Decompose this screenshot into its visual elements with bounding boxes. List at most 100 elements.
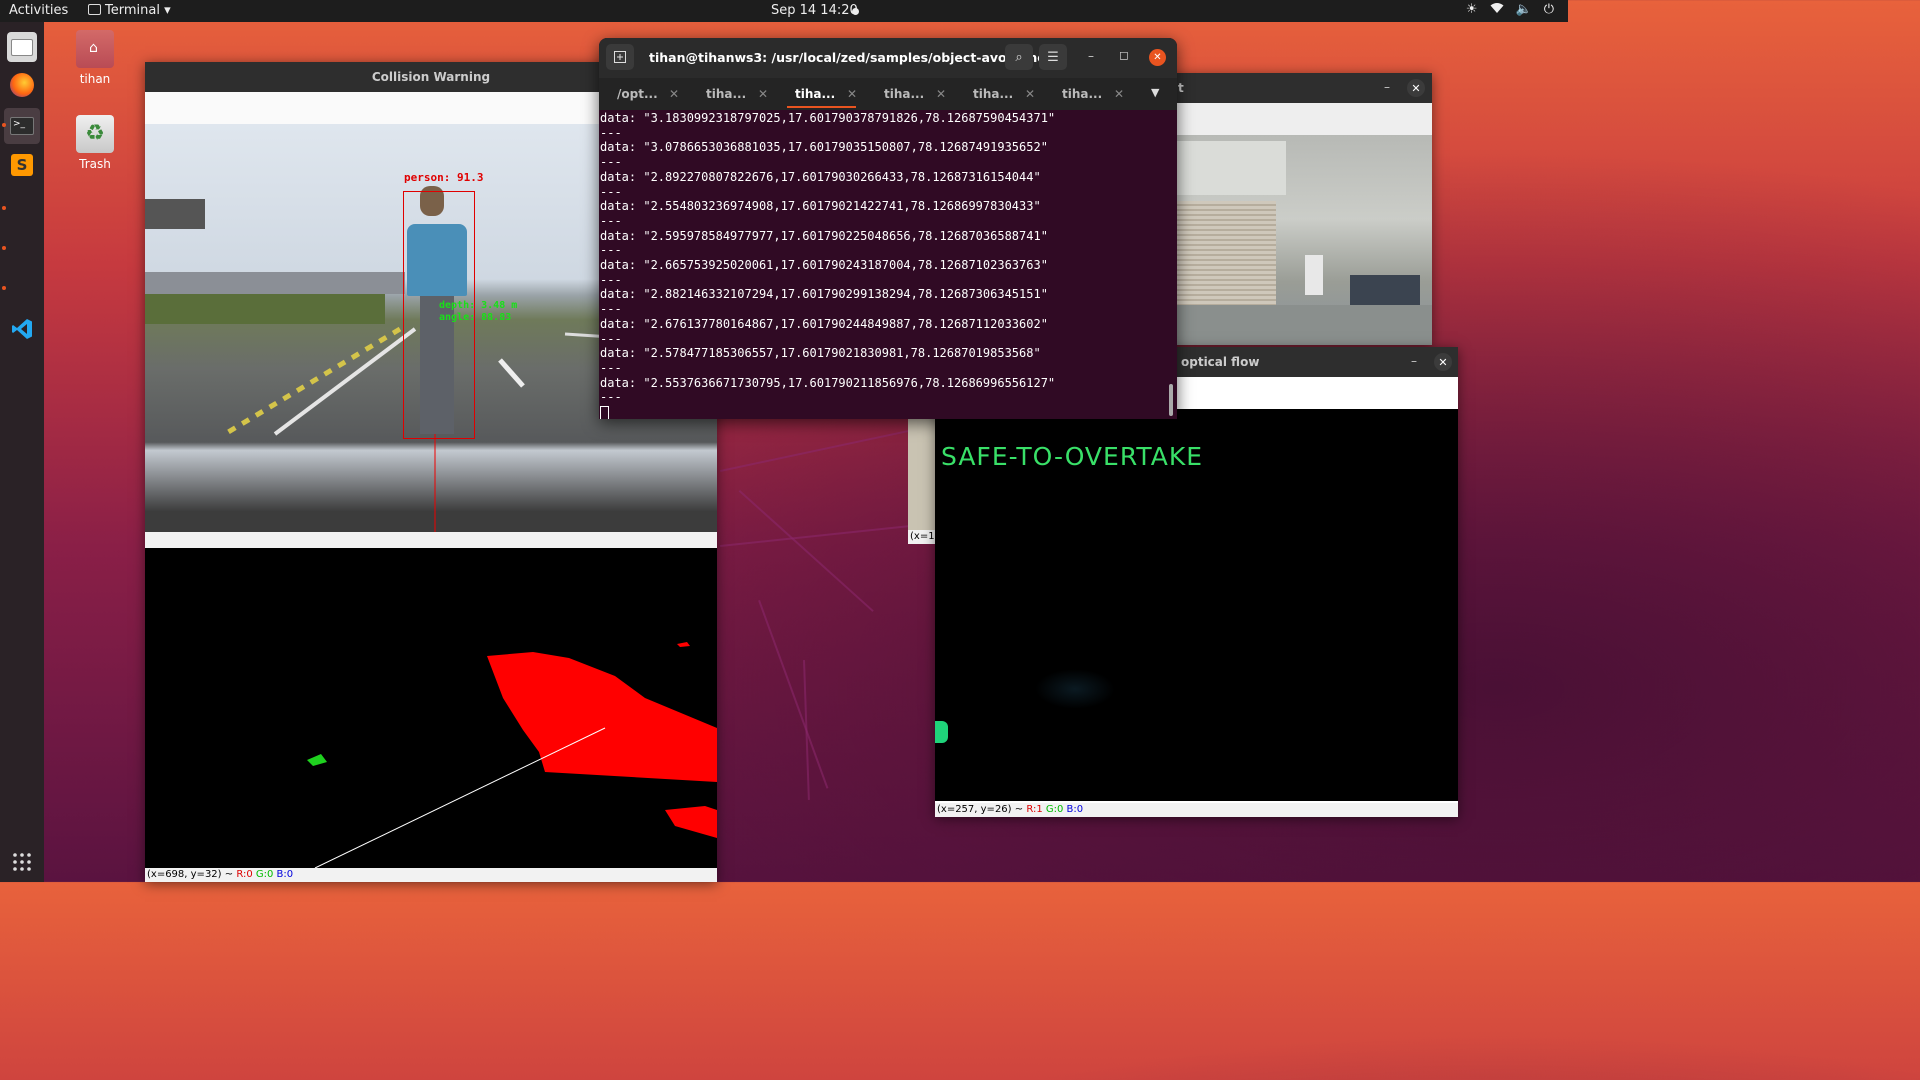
tab-label: tiha... [795, 87, 836, 101]
home-folder-label: tihan [79, 72, 111, 86]
new-tab-button[interactable] [606, 44, 634, 70]
status-g: G:0 [255, 869, 274, 880]
trash-desktop-icon[interactable]: ♻ Trash [65, 115, 125, 171]
flow-status-bar: (x=257, y=26) ~ R:1 G:0 B:0 [935, 803, 1458, 817]
shutter-door [1176, 201, 1276, 307]
flow-noise [1035, 669, 1115, 709]
firefox-icon[interactable] [7, 70, 37, 100]
app-menu[interactable]: Terminal ▾ [88, 3, 171, 18]
vscode-icon[interactable] [7, 314, 37, 344]
tab-6[interactable]: tiha... ✕ [1044, 78, 1133, 110]
tab-close-icon[interactable]: ✕ [936, 78, 946, 110]
warehouse-camera-view [1140, 135, 1432, 345]
menu-button[interactable]: ☰ [1039, 44, 1067, 70]
files-icon[interactable] [7, 32, 37, 62]
terminal-small-icon [88, 4, 101, 15]
status-coords: (x=698, y=32) ~ [147, 869, 237, 880]
terminal-window[interactable]: tihan@tihanws3: /usr/local/zed/samples/o… [599, 38, 1177, 419]
terminal-line: --- [600, 243, 622, 258]
terminal-line: --- [600, 331, 622, 346]
segmentation-view [145, 548, 717, 868]
terminal-line: data: "2.578477185306557,17.601790218309… [600, 346, 1041, 361]
terminal-output[interactable]: data: "3.1830992318797025,17.60179037879… [599, 110, 1177, 419]
show-applications-icon[interactable] [12, 852, 32, 872]
terminal-line: data: "3.0786653036881035,17.60179035150… [600, 140, 1048, 155]
close-button[interactable]: ✕ [1434, 353, 1452, 371]
tab-3[interactable]: tiha... ✕ [777, 78, 866, 110]
terminal-line: --- [600, 302, 622, 317]
running-indicator [2, 286, 6, 290]
trash-label: Trash [79, 157, 111, 171]
terminal-line: data: "2.892270807822676,17.601790302664… [600, 169, 1041, 184]
terminal-line: --- [600, 213, 622, 228]
tab-overflow-dropdown[interactable]: ▼ [1151, 86, 1159, 99]
terminal-line: data: "2.595978584977977,17.601790225048… [600, 228, 1048, 243]
angle-label: angle: 88.83 [439, 312, 512, 323]
tab-close-icon[interactable]: ✕ [1114, 78, 1124, 110]
clock[interactable]: Sep 14 14:20 [771, 3, 858, 18]
tab-2[interactable]: tiha... ✕ [688, 78, 777, 110]
wifi-icon[interactable] [1490, 2, 1504, 18]
wallpaper-line [758, 600, 829, 789]
minimize-button[interactable]: – [1088, 49, 1094, 63]
notification-dot [852, 8, 859, 15]
terminal-line: --- [600, 125, 622, 140]
tab-close-icon[interactable]: ✕ [1025, 78, 1035, 110]
running-indicator [2, 246, 6, 250]
status-b: B:0 [276, 869, 294, 880]
tab-close-icon[interactable]: ✕ [847, 78, 857, 110]
camera-window[interactable]: t – ✕ [1140, 73, 1432, 345]
minimize-button[interactable]: – [1411, 354, 1417, 368]
terminal-headerbar[interactable]: tihan@tihanws3: /usr/local/zed/samples/o… [599, 38, 1177, 78]
floor [1140, 305, 1432, 345]
system-tray[interactable]: ☀ 🔈 ⏻ [1466, 2, 1554, 18]
separator [145, 532, 717, 548]
power-icon[interactable]: ⏻ [1544, 2, 1554, 18]
close-button[interactable]: ✕ [1407, 79, 1425, 97]
search-button[interactable]: ⌕ [1005, 44, 1033, 70]
status-coords: (x=257, y=26) ~ [937, 804, 1027, 815]
cooler [1305, 255, 1323, 295]
flow-blob [935, 721, 948, 743]
terminal-line: --- [600, 184, 622, 199]
wallpaper-line [720, 522, 940, 547]
tab-1[interactable]: /opt... ✕ [599, 78, 688, 110]
home-folder-icon: ⌂ [76, 30, 114, 68]
tab-4[interactable]: tiha... ✕ [866, 78, 955, 110]
tab-close-icon[interactable]: ✕ [669, 78, 679, 110]
sun-icon[interactable]: ☀ [1466, 2, 1478, 18]
sublime-icon[interactable]: S [7, 150, 37, 180]
terminal-icon[interactable]: >_ [4, 108, 40, 144]
status-r: R:1 [1026, 804, 1043, 815]
tab-close-icon[interactable]: ✕ [758, 78, 768, 110]
terminal-line: --- [600, 360, 622, 375]
terminal-line: --- [600, 155, 622, 170]
overtake-status-text: SAFE-TO-OVERTAKE [941, 442, 1204, 471]
app-menu-label: Terminal ▾ [105, 3, 171, 18]
maximize-button[interactable]: ◻ [1119, 48, 1129, 62]
close-button[interactable]: ✕ [1149, 49, 1166, 66]
terminal-line: --- [600, 272, 622, 287]
collision-window-title: Collision Warning [371, 70, 491, 84]
tab-label: /opt... [617, 87, 658, 101]
search-icon: ⌕ [1015, 49, 1023, 65]
home-folder-desktop-icon[interactable]: ⌂ tihan [65, 30, 125, 86]
dock: >_ S [0, 22, 44, 882]
detection-label: person: 91.3 [404, 171, 484, 184]
activities-button[interactable]: Activities [9, 3, 68, 18]
close-icon: ✕ [1153, 52, 1162, 63]
flow-view: SAFE-TO-OVERTAKE [935, 409, 1458, 801]
terminal-line: --- [600, 390, 622, 405]
terminal-line: data: "2.5537636671730795,17.60179021185… [600, 375, 1056, 390]
partial-window: (x=1 [908, 418, 938, 544]
tab-5[interactable]: tiha... ✕ [955, 78, 1044, 110]
minimize-button[interactable]: – [1384, 80, 1390, 94]
top-bar: Activities Terminal ▾ Sep 14 14:20 ☀ 🔈 ⏻ [0, 0, 1568, 22]
terminal-tabs: /opt... ✕ tiha... ✕ tiha... ✕ tiha... ✕ tiha… [599, 78, 1177, 110]
terminal-cursor [600, 406, 609, 419]
segmentation-status-bar: (x=698, y=32) ~ R:0 G:0 B:0 [145, 868, 717, 882]
volume-icon[interactable]: 🔈 [1516, 2, 1532, 18]
terminal-line: data: "2.554803236974908,17.601790214227… [600, 199, 1041, 214]
scrollbar[interactable] [1169, 384, 1173, 416]
trash-icon: ♻ [76, 115, 114, 153]
